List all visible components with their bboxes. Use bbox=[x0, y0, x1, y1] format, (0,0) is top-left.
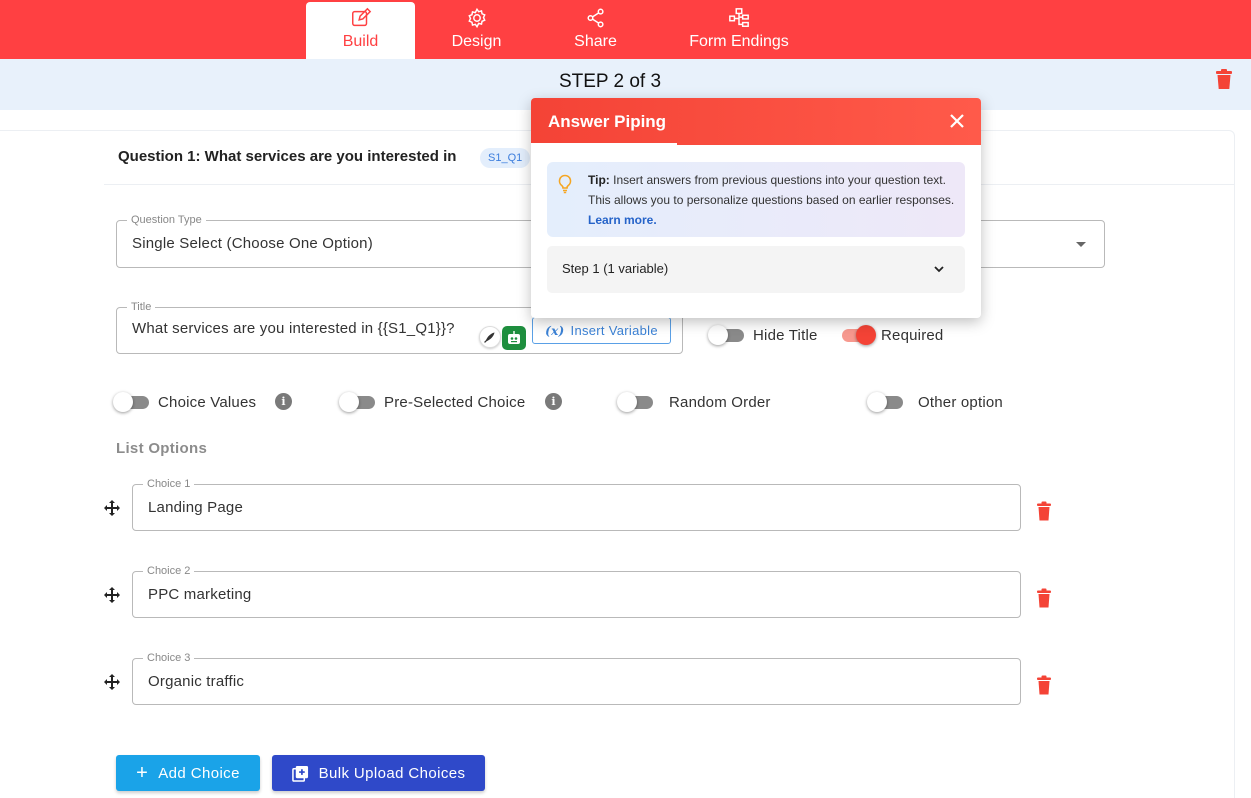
robot-icon bbox=[508, 331, 520, 344]
question-type-value: Single Select (Choose One Option) bbox=[132, 235, 373, 252]
other-option-label: Other option bbox=[918, 394, 1003, 411]
delete-choice-trash-icon[interactable] bbox=[1036, 588, 1052, 608]
bulk-upload-label: Bulk Upload Choices bbox=[318, 764, 466, 782]
other-option-toggle[interactable] bbox=[867, 392, 905, 412]
tab-label: Design bbox=[451, 33, 502, 50]
delete-step-trash-icon[interactable] bbox=[1214, 68, 1234, 90]
tip-text: Tip: Insert answers from previous questi… bbox=[588, 170, 958, 230]
list-options-title: List Options bbox=[116, 440, 208, 457]
plus-icon: + bbox=[136, 762, 149, 784]
drag-handle-icon[interactable] bbox=[104, 587, 120, 603]
choice-input[interactable]: Choice 1 Landing Page bbox=[132, 477, 1021, 531]
tip-box: Tip: Insert answers from previous questi… bbox=[547, 162, 965, 237]
preselected-choice-toggle[interactable] bbox=[339, 392, 377, 412]
chevron-down-icon bbox=[934, 266, 944, 273]
share-icon bbox=[586, 8, 604, 28]
question-header: Question 1: What services are you intere… bbox=[118, 148, 457, 165]
ai-assistant-button[interactable] bbox=[502, 326, 526, 350]
choice-input[interactable]: Choice 3 Organic traffic bbox=[132, 651, 1021, 705]
random-order-toggle[interactable] bbox=[617, 392, 655, 412]
insert-variable-button[interactable]: (x) Insert Variable bbox=[532, 317, 671, 344]
tab-label: Share bbox=[574, 33, 617, 50]
choice-values-toggle[interactable] bbox=[113, 392, 151, 412]
hide-title-toggle[interactable] bbox=[708, 325, 746, 345]
ai-pen-button[interactable] bbox=[479, 326, 501, 348]
delete-choice-trash-icon[interactable] bbox=[1036, 501, 1052, 521]
step-accordion-label: Step 1 (1 variable) bbox=[562, 261, 669, 276]
learn-more-link[interactable]: Learn more. bbox=[588, 213, 657, 227]
edit-icon bbox=[351, 7, 371, 27]
title-value: What services are you interested in {{S1… bbox=[132, 320, 455, 337]
choice-values-label: Choice Values bbox=[158, 394, 257, 411]
delete-choice-trash-icon[interactable] bbox=[1036, 675, 1052, 695]
hide-title-label: Hide Title bbox=[753, 327, 818, 344]
preselected-choice-label: Pre-Selected Choice bbox=[384, 394, 526, 411]
step-indicator: STEP 2 of 3 bbox=[558, 71, 662, 92]
tab-form-endings[interactable]: Form Endings bbox=[678, 2, 800, 59]
choice-value: Organic traffic bbox=[148, 673, 245, 690]
question-type-legend: Question Type bbox=[127, 213, 206, 227]
top-nav: Build Design Share Form Endings bbox=[0, 0, 1251, 59]
tip-body: Insert answers from previous questions i… bbox=[588, 173, 955, 207]
info-icon[interactable]: i bbox=[275, 393, 292, 410]
choice-value: PPC marketing bbox=[148, 586, 252, 603]
question-id-badge: S1_Q1 bbox=[480, 148, 531, 168]
insert-variable-label: Insert Variable bbox=[570, 323, 658, 338]
choice-legend: Choice 2 bbox=[143, 564, 195, 578]
random-order-label: Random Order bbox=[669, 394, 771, 411]
choice-value: Landing Page bbox=[148, 499, 243, 516]
answer-piping-popup: Answer Piping Tip: Insert answers from p… bbox=[531, 98, 981, 318]
tab-build[interactable]: Build bbox=[306, 2, 415, 59]
gear-icon bbox=[467, 7, 486, 29]
choice-legend: Choice 1 bbox=[143, 477, 195, 491]
step-1-accordion[interactable]: Step 1 (1 variable) bbox=[547, 246, 965, 293]
close-icon[interactable] bbox=[949, 113, 965, 129]
drag-handle-icon[interactable] bbox=[104, 500, 120, 516]
title-legend: Title bbox=[127, 300, 156, 314]
choice-legend: Choice 3 bbox=[143, 651, 195, 665]
tab-label: Build bbox=[342, 33, 379, 50]
popup-title: Answer Piping bbox=[548, 112, 667, 131]
tab-share[interactable]: Share bbox=[545, 2, 646, 59]
tip-label: Tip: bbox=[588, 173, 610, 187]
tab-design[interactable]: Design bbox=[425, 2, 528, 59]
popup-tab-indicator bbox=[531, 143, 677, 145]
dropdown-caret-icon bbox=[1076, 242, 1086, 247]
variable-icon: (x) bbox=[545, 323, 565, 338]
info-icon[interactable]: i bbox=[545, 393, 562, 410]
choice-input[interactable]: Choice 2 PPC marketing bbox=[132, 564, 1021, 618]
tab-label: Form Endings bbox=[689, 33, 789, 50]
add-choice-button[interactable]: + Add Choice bbox=[116, 755, 260, 791]
feather-pen-icon bbox=[484, 332, 495, 343]
lightbulb-icon bbox=[558, 174, 572, 194]
bulk-upload-choices-button[interactable]: Bulk Upload Choices bbox=[272, 755, 485, 791]
add-choice-label: Add Choice bbox=[158, 764, 240, 782]
required-toggle[interactable] bbox=[838, 325, 876, 345]
flow-icon bbox=[729, 8, 749, 27]
required-label: Required bbox=[881, 327, 944, 344]
library-add-icon bbox=[291, 765, 308, 782]
drag-handle-icon[interactable] bbox=[104, 674, 120, 690]
popup-header: Answer Piping bbox=[531, 98, 981, 145]
